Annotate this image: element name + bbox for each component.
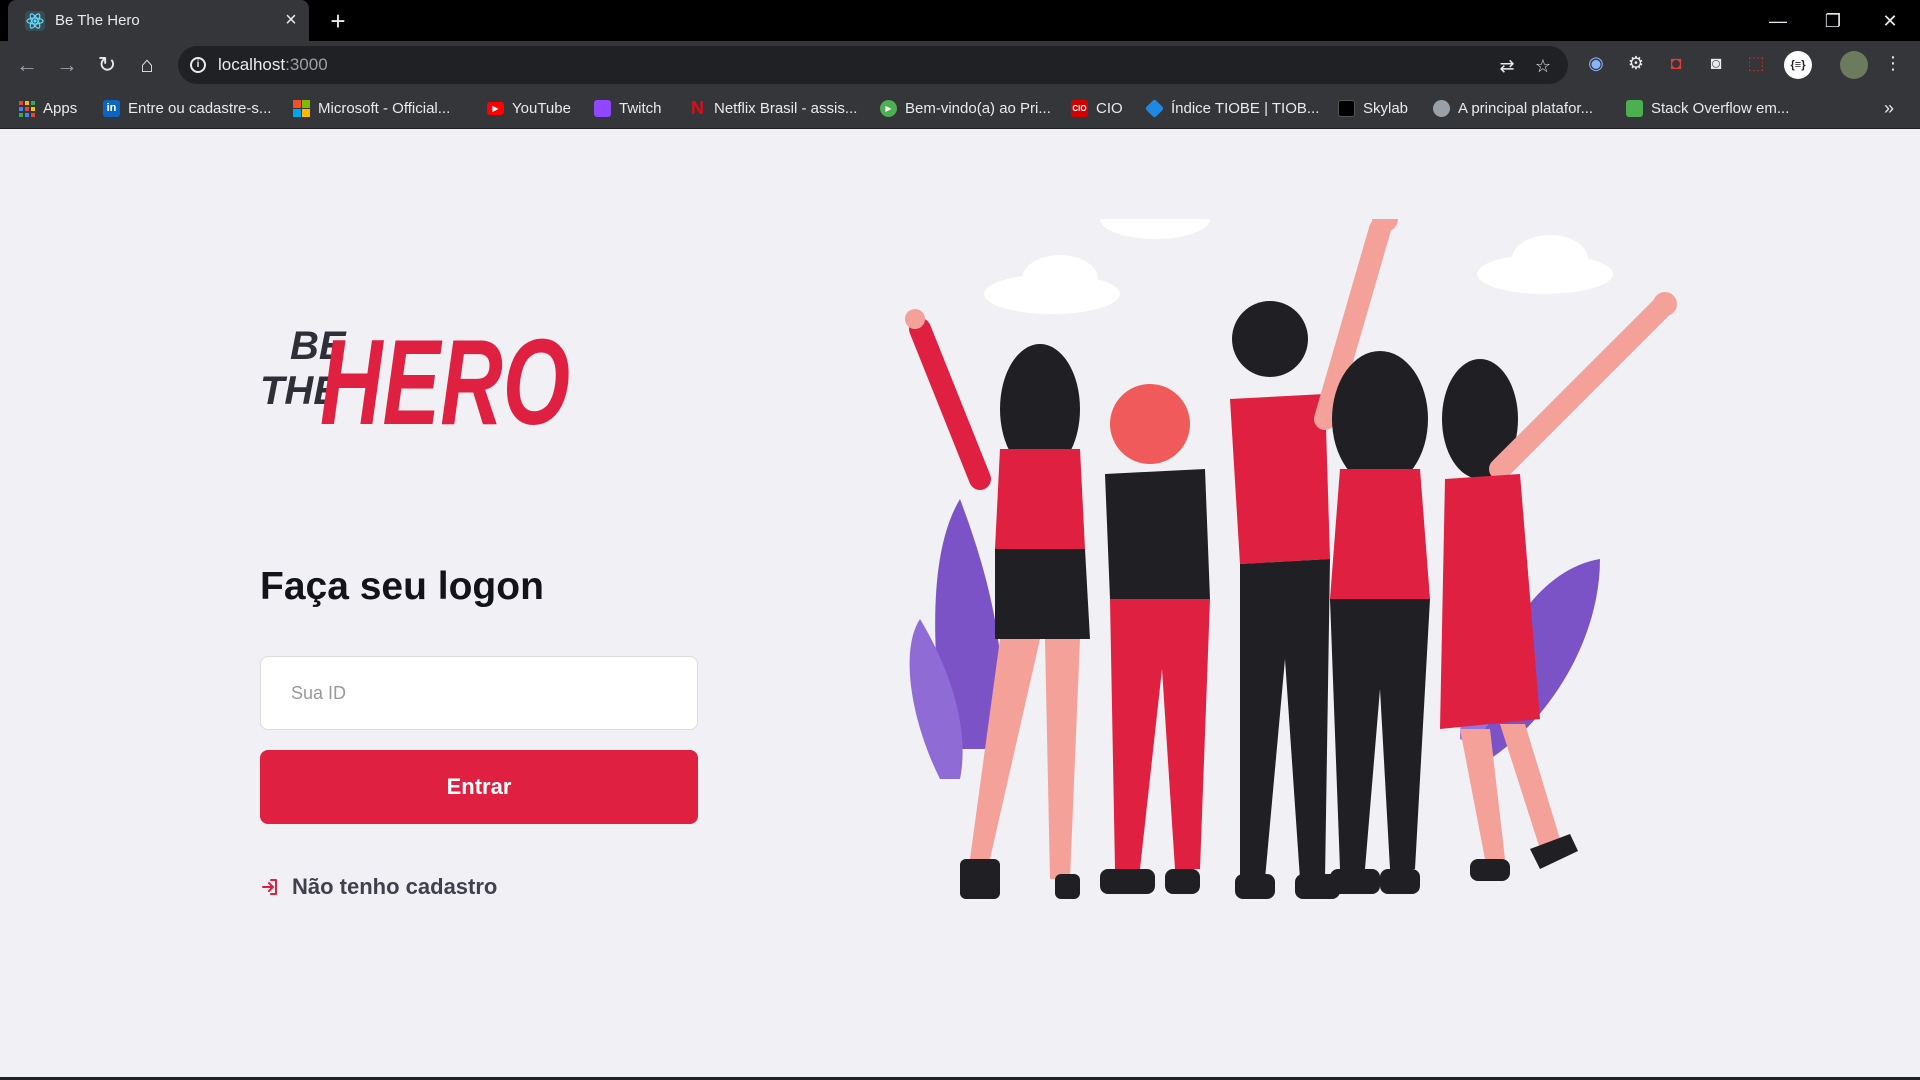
minimize-window-icon[interactable]: — <box>1760 6 1796 36</box>
site-info-icon[interactable]: i <box>190 57 206 73</box>
pdf-icon[interactable]: ⬚ <box>1745 52 1767 74</box>
bookmark-microsoft[interactable]: Microsoft - Official... <box>293 88 450 129</box>
url-host: localhost <box>218 55 286 74</box>
profile-avatar[interactable] <box>1840 51 1868 79</box>
person-1 <box>905 309 1090 899</box>
camera-icon[interactable]: ◙ <box>1705 52 1727 74</box>
back-arrow-icon[interactable]: ← <box>12 50 42 80</box>
bookmark-label: Índice TIOBE | TIOB... <box>1171 100 1320 117</box>
logo-hero: HERO <box>320 314 570 434</box>
extension-gear-icon[interactable]: ⚙ <box>1625 52 1647 74</box>
url-text: localhost:3000 <box>218 55 328 75</box>
stackoverflow-icon <box>1626 100 1643 117</box>
microsoft-icon <box>293 100 310 117</box>
browser-tab-active[interactable]: Be The Hero × <box>8 0 309 41</box>
page-content: BE THE HERO Faça seu logon Entrar Não te… <box>0 129 1920 1080</box>
bookmark-label: Skylab <box>1363 100 1409 117</box>
close-window-icon[interactable]: ✕ <box>1872 6 1908 36</box>
bookmark-label: Stack Overflow em... <box>1651 100 1790 117</box>
bookmark-label: CIO <box>1096 100 1123 117</box>
bookmark-stackoverflow[interactable]: Stack Overflow em... <box>1626 88 1789 129</box>
bookmark-linkedin[interactable]: in Entre ou cadastre-s... <box>103 88 271 129</box>
bookmark-label: Entre ou cadastre-s... <box>128 100 272 117</box>
twitch-icon <box>594 100 611 117</box>
url-port: :3000 <box>285 55 328 74</box>
bookmark-cio[interactable]: CIO CIO <box>1071 88 1123 129</box>
browser-toolbar: ← → ↻ ⌂ i localhost:3000 ⇄ ☆ ◉ ⚙ ◘ ◙ ⬚ {… <box>0 41 1920 88</box>
bookmarks-overflow-icon[interactable]: » <box>1884 88 1894 129</box>
bookmark-label: YouTube <box>512 100 571 117</box>
bookmark-label: Bem-vindo(a) ao Pri... <box>905 100 1051 117</box>
bookmark-label: Apps <box>43 100 78 117</box>
address-bar[interactable]: i localhost:3000 ⇄ ☆ <box>178 46 1568 84</box>
play-icon: ▶ <box>880 100 897 117</box>
react-icon <box>25 11 45 31</box>
linkedin-icon: in <box>103 100 120 117</box>
cio-icon: CIO <box>1071 100 1088 117</box>
be-the-hero-logo: BE THE HERO <box>260 314 570 434</box>
bookmark-label: Microsoft - Official... <box>318 100 451 117</box>
bookmark-label: Twitch <box>619 100 662 117</box>
bookmark-twitch[interactable]: Twitch <box>594 88 662 129</box>
log-in-icon <box>262 879 277 895</box>
browser-tab-bar: Be The Hero × + — ❐ ✕ <box>0 0 1920 41</box>
new-tab-plus-icon[interactable]: + <box>325 8 351 34</box>
bookmark-skylab[interactable]: Skylab <box>1338 88 1408 129</box>
cloud-icon <box>984 219 1613 314</box>
bookmarks-bar: Apps in Entre ou cadastre-s... Microsoft… <box>0 88 1920 129</box>
json-viewer-icon[interactable]: {≡} <box>1784 51 1812 79</box>
page-title: Faça seu logon <box>260 565 544 608</box>
menu-kebab-icon[interactable]: ⋮ <box>1882 52 1904 74</box>
github-icon <box>1433 100 1450 117</box>
bookmark-youtube[interactable]: ▶ YouTube <box>487 88 571 129</box>
tiobe-icon <box>1144 98 1165 119</box>
tab-title: Be The Hero <box>55 12 140 29</box>
person-2 <box>1100 384 1210 894</box>
register-link[interactable]: Não tenho cadastro <box>260 874 497 900</box>
bookmark-label: Netflix Brasil - assis... <box>714 100 858 117</box>
skylab-icon <box>1338 100 1355 117</box>
bookmark-apps[interactable]: Apps <box>19 88 77 129</box>
close-tab-icon[interactable]: × <box>280 9 302 31</box>
bookmark-primevideo[interactable]: ▶ Bem-vindo(a) ao Pri... <box>880 88 1051 129</box>
bookmark-github[interactable]: A principal platafor... <box>1433 88 1593 129</box>
bookmark-star-icon[interactable]: ☆ <box>1532 55 1554 77</box>
netflix-icon: N <box>691 98 704 118</box>
bookmark-tiobe[interactable]: Índice TIOBE | TIOB... <box>1144 88 1320 129</box>
bookmark-netflix[interactable]: N Netflix Brasil - assis... <box>689 88 857 129</box>
translate-icon[interactable]: ⇄ <box>1496 55 1518 77</box>
restore-window-icon[interactable]: ❐ <box>1815 6 1851 36</box>
youtube-icon: ▶ <box>487 102 504 115</box>
bookmark-label: A principal platafor... <box>1458 100 1594 117</box>
person-4 <box>1330 351 1430 894</box>
heroes-illustration <box>905 219 1677 899</box>
register-link-label: Não tenho cadastro <box>292 874 498 899</box>
home-icon[interactable]: ⌂ <box>132 50 162 80</box>
reload-icon[interactable]: ↻ <box>92 50 122 80</box>
apps-grid-icon <box>19 100 35 117</box>
pocket-icon[interactable]: ◘ <box>1665 52 1687 74</box>
extension-blue-icon[interactable]: ◉ <box>1585 52 1607 74</box>
id-input[interactable] <box>260 656 698 730</box>
login-button[interactable]: Entrar <box>260 750 698 824</box>
forward-arrow-icon[interactable]: → <box>52 50 82 80</box>
